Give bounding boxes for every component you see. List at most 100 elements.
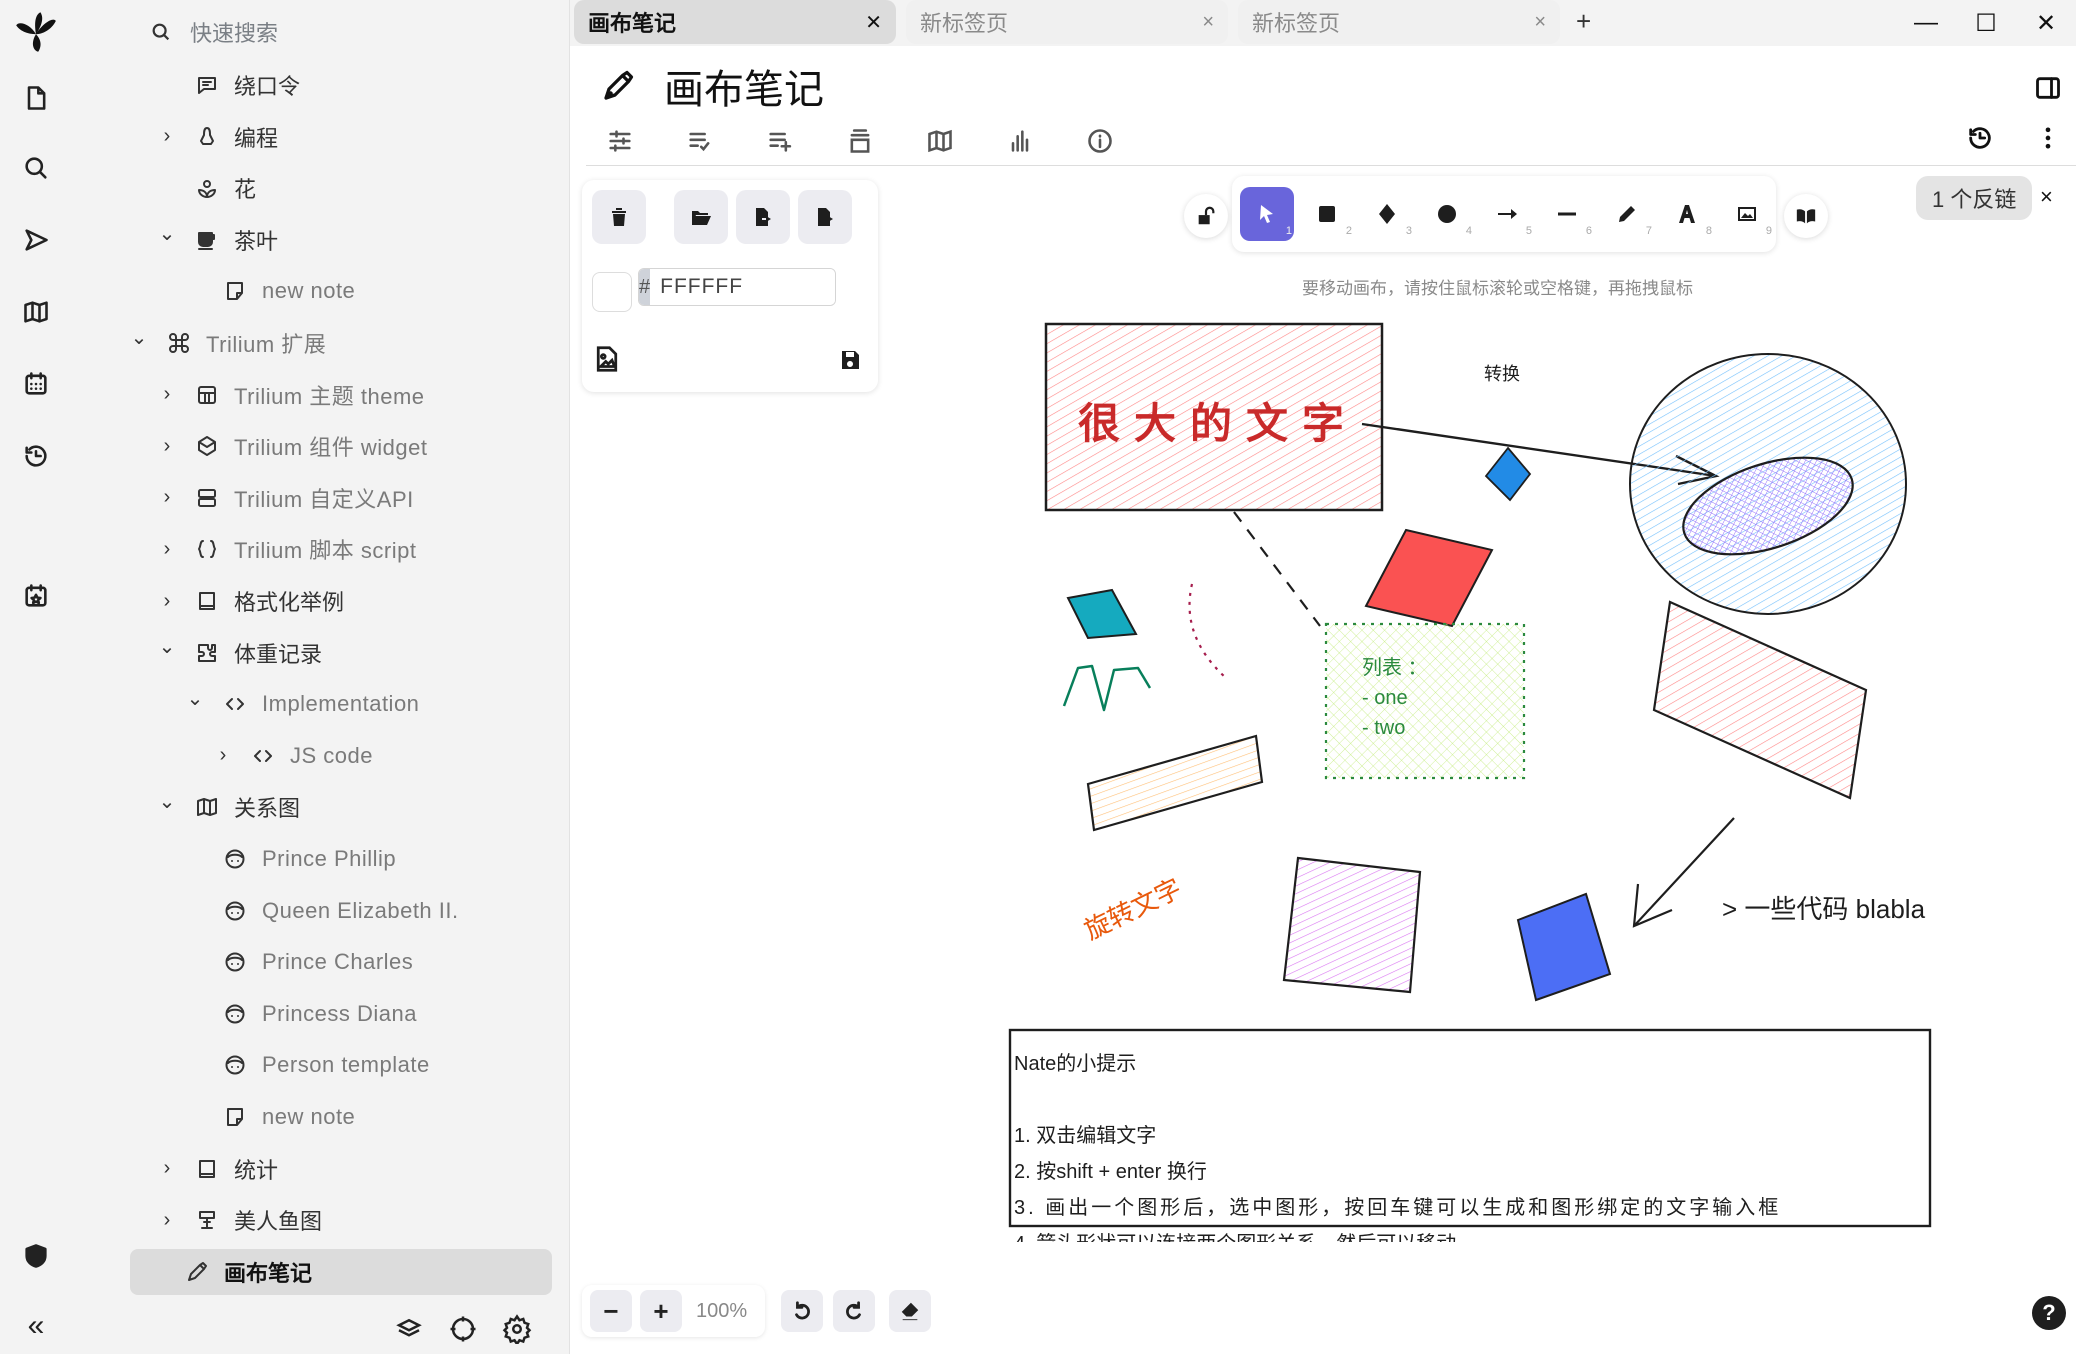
close-backlinks-icon[interactable]: × — [2040, 184, 2053, 210]
note-map-button[interactable] — [16, 292, 56, 332]
gear-icon[interactable] — [502, 1314, 532, 1344]
tip-1[interactable]: 1. 双击编辑文字 — [1014, 1124, 1156, 1147]
list-item-one[interactable]: - one — [1362, 687, 1408, 709]
chevron-down-icon[interactable]: ⌄ — [154, 789, 180, 814]
tree-node[interactable]: new note — [182, 268, 355, 314]
list-title[interactable]: 列表 ： — [1362, 656, 1428, 679]
tool-diamond[interactable]: 3 — [1360, 187, 1414, 241]
chevron-right-icon[interactable]: › — [154, 538, 180, 561]
jump-to-button[interactable] — [16, 220, 56, 260]
tree-node[interactable]: Queen Elizabeth II. — [182, 888, 459, 934]
zoom-out-button[interactable]: − — [590, 1290, 632, 1332]
today-button[interactable] — [16, 576, 56, 616]
chevron-down-icon[interactable]: ⌄ — [182, 686, 208, 711]
close-tab-icon[interactable]: ✕ — [865, 10, 882, 35]
note-actions-button[interactable] — [2028, 118, 2068, 158]
tree-node[interactable]: › Trilium 组件 widget — [154, 423, 428, 469]
convert-label[interactable]: 转换 — [1484, 364, 1520, 384]
tree-node[interactable]: 绕口令 — [154, 62, 300, 108]
library-button[interactable] — [1784, 194, 1828, 238]
hex-color-field[interactable] — [650, 269, 835, 305]
recent-changes-button[interactable] — [16, 436, 56, 476]
close-window-button[interactable]: ✕ — [2016, 0, 2076, 46]
chevron-right-icon[interactable]: › — [210, 744, 236, 767]
ribbon-owned-attributes[interactable] — [760, 121, 800, 161]
tool-selection[interactable]: 1 — [1240, 187, 1294, 241]
code-text[interactable]: > 一些代码 blabla — [1722, 894, 1926, 924]
tool-rectangle[interactable]: 2 — [1300, 187, 1354, 241]
tool-image[interactable]: 9 — [1720, 187, 1774, 241]
close-tab-icon[interactable]: × — [1534, 11, 1546, 34]
tree-node[interactable]: › 格式化举例 — [154, 578, 344, 624]
tab-new-1[interactable]: 新标签页 × — [906, 0, 1228, 44]
backlinks-badge[interactable]: 1 个反链 — [1916, 176, 2033, 220]
maximize-button[interactable]: ☐ — [1956, 0, 2016, 46]
dotted-curve[interactable] — [1188, 583, 1227, 679]
trilium-logo[interactable] — [12, 8, 60, 56]
chevron-down-icon[interactable]: ⌄ — [154, 634, 180, 659]
tree-node[interactable]: › JS code — [210, 733, 373, 779]
down-arrow[interactable] — [1632, 817, 1735, 928]
ribbon-note-map[interactable] — [920, 121, 960, 161]
tool-text[interactable]: 8 — [1660, 187, 1714, 241]
lock-toggle-button[interactable] — [1184, 194, 1228, 238]
ribbon-promoted-attributes[interactable] — [680, 121, 720, 161]
tree-node[interactable]: 画布笔记 — [130, 1248, 552, 1295]
help-button[interactable]: ? — [2032, 1296, 2066, 1330]
eraser-button[interactable] — [889, 1290, 932, 1332]
list-item-two[interactable]: - two — [1362, 717, 1405, 739]
tree-node[interactable]: › Trilium 主题 theme — [154, 372, 425, 418]
quick-search-input[interactable]: 快速搜索 — [190, 16, 278, 48]
excalidraw-canvas[interactable]: 很大的文字 转换 列表 ： - one - two 旋转文字 > 一些代码 bl… — [570, 166, 2076, 1354]
collapse-sidebar-button[interactable]: « — [16, 1306, 56, 1346]
tree-node[interactable]: ⌄ 茶叶 — [154, 217, 278, 263]
export-image-button[interactable] — [798, 190, 852, 244]
yellow-rectangle[interactable] — [1086, 734, 1264, 832]
minimize-button[interactable]: — — [1896, 0, 1956, 46]
pink-rectangle[interactable] — [1652, 600, 1868, 800]
note-title[interactable]: 画布笔记 — [664, 57, 824, 115]
tab-canvas-note[interactable]: 画布笔记 ✕ — [574, 0, 896, 44]
red-filled-rectangle[interactable] — [1364, 528, 1494, 628]
new-tab-button[interactable]: + — [1576, 6, 1591, 37]
chevron-right-icon[interactable]: › — [154, 590, 180, 613]
tree-node[interactable]: new note — [182, 1094, 355, 1140]
note-revisions-button[interactable] — [1960, 118, 2000, 158]
chevron-right-icon[interactable]: › — [154, 486, 180, 509]
chevron-right-icon[interactable]: › — [154, 125, 180, 148]
clear-canvas-button[interactable] — [592, 190, 646, 244]
toggle-right-pane-button[interactable] — [2028, 68, 2068, 108]
save-button[interactable] — [838, 348, 862, 372]
ribbon-inherited-attributes[interactable] — [840, 121, 880, 161]
blue-diamond[interactable] — [1484, 446, 1532, 502]
tip-2[interactable]: 2. 按shift + enter 换行 — [1014, 1160, 1207, 1183]
undo-button[interactable] — [781, 1290, 824, 1332]
big-text-label[interactable]: 很大的文字 — [1078, 399, 1358, 448]
dashed-line[interactable] — [1233, 511, 1321, 627]
tree-node[interactable]: › 美人鱼图 — [154, 1197, 322, 1243]
tip-3[interactable]: 3. 画出一个图形后，选中图形，按回车键可以生成和图形绑定的文字输入框 — [1014, 1196, 1781, 1219]
tips-title[interactable]: Nate的小提示 — [1014, 1052, 1136, 1075]
pen-icon[interactable] — [600, 68, 636, 104]
green-freedraw[interactable] — [1062, 664, 1152, 712]
tree-node[interactable]: › Trilium 自定义API — [154, 475, 414, 521]
chevron-right-icon[interactable]: › — [154, 1157, 180, 1180]
close-tab-icon[interactable]: × — [1202, 11, 1214, 34]
tree-node[interactable]: ⌄ 关系图 — [154, 784, 300, 830]
tree-node[interactable]: › 统计 — [154, 1146, 278, 1192]
tree-node[interactable]: ⌄ Trilium 扩展 — [126, 320, 326, 366]
tool-draw[interactable]: 7 — [1600, 187, 1654, 241]
chevron-right-icon[interactable]: › — [154, 435, 180, 458]
locate-icon[interactable] — [448, 1314, 478, 1344]
tip-4[interactable]: 4. 箭头形状可以连接两个图形关系，然后可以移动 — [1014, 1232, 1456, 1255]
tool-ellipse[interactable]: 4 — [1420, 187, 1474, 241]
chevron-down-icon[interactable]: ⌄ — [154, 221, 180, 246]
teal-parallelogram[interactable] — [1066, 588, 1138, 640]
tool-arrow[interactable]: 5 — [1480, 187, 1534, 241]
save-as-image-button[interactable] — [592, 344, 622, 374]
tree-node[interactable]: Princess Diana — [182, 991, 417, 1037]
export-button[interactable] — [736, 190, 790, 244]
rotated-text[interactable]: 旋转文字 — [1079, 873, 1186, 946]
ribbon-basic-properties[interactable] — [600, 121, 640, 161]
chevron-right-icon[interactable]: › — [154, 1209, 180, 1232]
